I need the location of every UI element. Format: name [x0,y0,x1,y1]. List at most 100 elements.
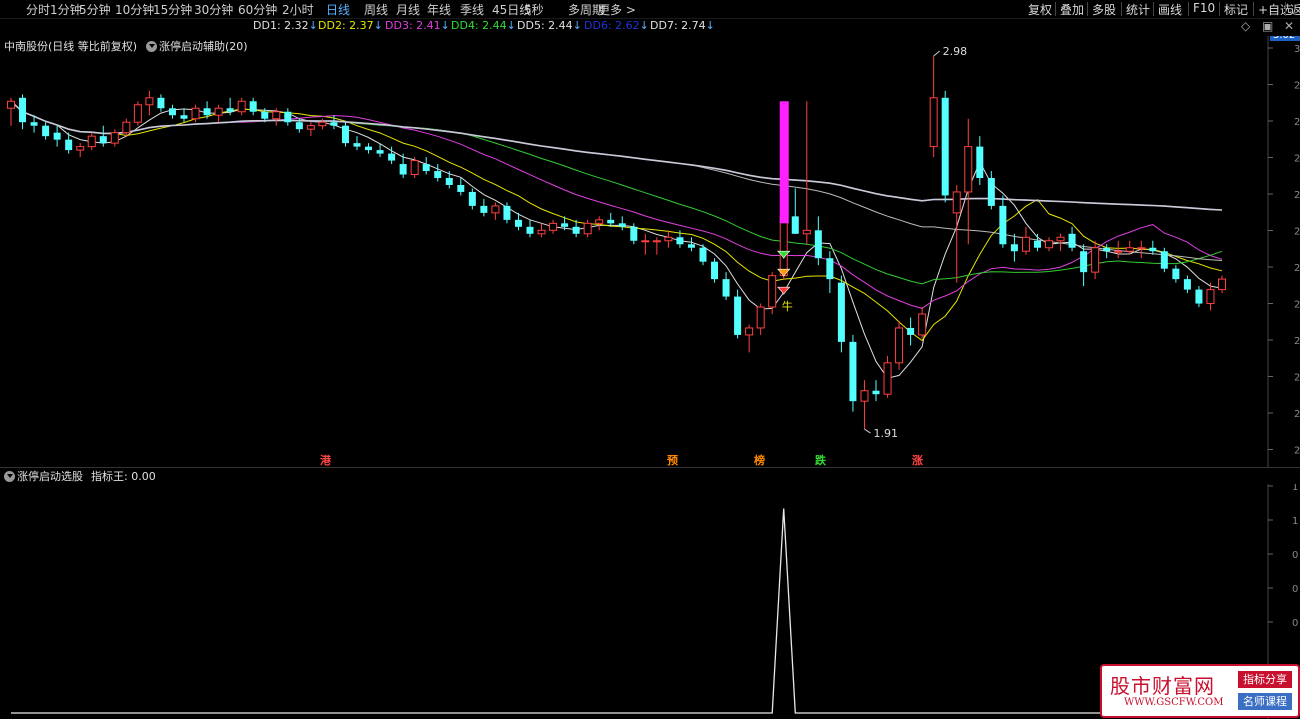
toolbar-button-4[interactable]: 画线 [1158,1,1182,18]
arrow-down-icon: ↓ [440,19,450,32]
event-marker: 榜 [754,453,765,467]
candle [883,355,892,398]
event-marker: 跌 [815,453,827,467]
watermark-logo: 股市财富网 WWW.GSCFW.COM 指标分享 名师课程 [1100,664,1300,718]
toolbar-button-8[interactable]: 返 [1290,1,1300,18]
candle [1114,240,1123,259]
tab-timeframe-4[interactable]: 15分钟 [153,1,192,18]
candle [1080,244,1088,287]
high-label: 2.98 [943,45,968,58]
candle [722,272,730,301]
candle [341,122,349,147]
candle [537,223,546,238]
diamond-icon[interactable]: ◇ [1241,19,1250,33]
arrow-down-icon: ↓ [639,19,649,32]
toolbar-button-3[interactable]: 统计 [1126,1,1150,18]
candle [1183,275,1191,294]
candle [607,212,615,227]
candle [249,97,257,116]
event-marker: 涨 [912,453,923,467]
candle [860,380,869,430]
candle [491,202,500,220]
ma-line-5 [10,100,1223,379]
diamond-signal-icon [777,286,791,295]
candle [214,104,223,123]
candle [445,171,453,189]
candle [468,188,476,210]
price-tick-label: 2 [1294,227,1300,238]
tab-timeframe-6[interactable]: 60分钟 [238,1,277,18]
price-tick-label: 2 [1294,117,1300,128]
toolbar-button-2[interactable]: 多股 [1092,1,1116,18]
panel-divider [0,467,1300,468]
legend-dd7: DD7: 2.74↓ [650,19,715,32]
legend-dd3: DD3: 2.41↓ [385,19,450,32]
toolbar-separator [1188,2,1189,16]
candle [872,380,880,402]
candle [53,125,61,147]
candle [826,251,834,294]
indicator-panel-title[interactable]: 涨停启动选股 [17,468,83,484]
candle [122,118,131,137]
toolbar-button-7[interactable]: +自选 [1258,1,1292,18]
tab-timeframe-5[interactable]: 30分钟 [194,1,233,18]
tab-timeframe-2[interactable]: 5分钟 [79,1,111,18]
legend-dd2: DD2: 2.37↓ [318,19,383,32]
indicator-value: 指标王: 0.00 [91,470,156,483]
candle [168,104,176,119]
watermark-tag-share: 指标分享 [1238,671,1292,688]
indicator-tick-label: 1 [1292,484,1298,493]
candle [1149,240,1157,255]
price-tick-label: 2 [1294,300,1300,311]
candle [99,125,107,147]
tab-timeframe-11[interactable]: 年线 [427,1,451,18]
candle [42,122,50,140]
candle [734,289,742,339]
collapse-icon[interactable] [4,471,15,482]
toolbar-separator [1219,2,1220,16]
candle [133,101,142,126]
toolbar-button-6[interactable]: 标记 [1224,1,1248,18]
toolbar-button-5[interactable]: F10 [1193,1,1215,15]
toolbar-separator [1087,2,1088,16]
tab-timeframe-1[interactable]: 1分钟 [50,1,82,18]
tab-timeframe-7[interactable]: 2小时 [282,1,314,18]
price-tick-label: 2 [1294,336,1300,347]
toolbar-button-1[interactable]: 叠加 [1060,1,1084,18]
close-icon[interactable]: ✕ [1284,19,1294,33]
low-label: 1.91 [873,427,898,440]
tab-timeframe-12[interactable]: 季线 [460,1,484,18]
price-tick-label: 2 [1294,190,1300,201]
candle [583,219,592,238]
window-icon[interactable]: ▣ [1262,19,1273,33]
tab-timeframe-10[interactable]: 月线 [396,1,420,18]
main-legend: 中南股份(日线 等比前复权) 涨停启动辅助(20) DD1: 2.32↓ DD2:… [0,19,1300,53]
candle [641,233,650,255]
candle [756,303,765,335]
candle [7,97,15,126]
ma-line-60 [10,100,1223,261]
candle [1068,226,1076,252]
toolbar-button-0[interactable]: 复权 [1028,1,1052,18]
candle [837,275,845,353]
candle [237,97,246,116]
candle [664,230,673,248]
diamond-signal-icon [777,268,791,277]
candle [284,108,292,126]
legend-dd4: DD4: 2.44↓ [451,19,516,32]
candle [907,317,915,346]
indicator-tick-label: 0 [1292,618,1298,629]
candle [987,171,995,210]
tab-timeframe-3[interactable]: 10分钟 [115,1,154,18]
tab-timeframe-16[interactable]: 更多 > [598,1,636,18]
candle [711,258,719,283]
indicator-line [11,508,1222,714]
tab-timeframe-14[interactable]: 5秒 [524,1,544,18]
watermark-main: 股市财富网 [1110,674,1215,698]
ma-line-30 [10,100,1223,285]
tab-timeframe-0[interactable]: 分时 [26,1,50,18]
tab-timeframe-8[interactable]: 日线 [326,1,350,18]
tab-timeframe-9[interactable]: 周线 [364,1,388,18]
candle [526,219,534,238]
indicator-tick-label: 0 [1292,584,1298,595]
